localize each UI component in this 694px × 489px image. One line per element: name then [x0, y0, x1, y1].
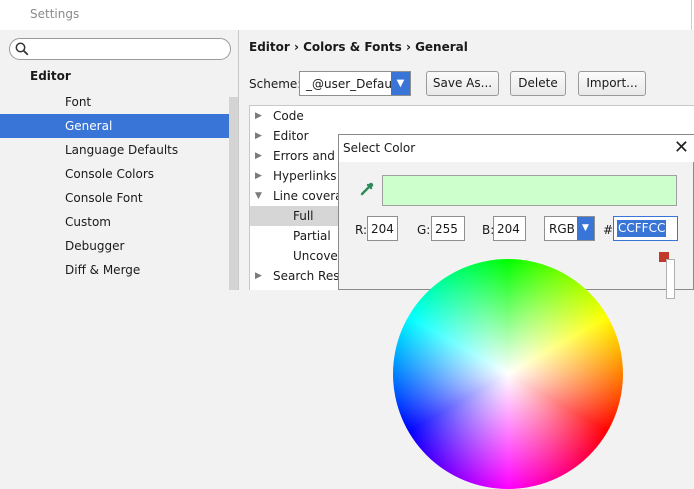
sidebar-item-debugger[interactable]: Debugger: [0, 234, 238, 258]
tree-item-label: Editor: [273, 129, 309, 143]
delete-button[interactable]: Delete: [510, 71, 566, 96]
tree-item-label: Full: [293, 209, 314, 223]
color-mode-dropdown[interactable]: RGB ▼: [544, 216, 595, 241]
sidebar-item-general[interactable]: General: [0, 114, 238, 138]
select-color-dialog: Select Color ✕ R: 204 G: 255 B: 204 RGB …: [338, 134, 694, 489]
sidebar-scrollbar[interactable]: [229, 97, 238, 290]
dialog-titlebar[interactable]: Select Color ✕: [339, 135, 694, 162]
expand-arrow-icon[interactable]: ▶: [255, 126, 265, 146]
tree-item-label: Code: [273, 109, 304, 123]
sidebar-heading-editor[interactable]: Editor: [30, 69, 71, 83]
sidebar-item-font[interactable]: Font: [0, 90, 238, 114]
sidebar-item-language-defaults[interactable]: Language Defaults: [0, 138, 238, 162]
tree-item-code[interactable]: ▶ Code: [250, 106, 694, 126]
hex-field[interactable]: CCFFCC: [613, 216, 678, 241]
tree-item-label: Hyperlinks: [273, 169, 337, 183]
chevron-down-icon[interactable]: ▼: [391, 72, 410, 95]
hex-hash-label: #: [603, 223, 614, 237]
sidebar-item-custom[interactable]: Custom: [0, 210, 238, 234]
brightness-slider[interactable]: [666, 259, 675, 299]
eyedropper-icon[interactable]: [359, 181, 375, 197]
dialog-title: Select Color: [343, 141, 416, 155]
g-label: G:: [417, 223, 431, 237]
b-field[interactable]: 204: [493, 216, 526, 241]
sidebar-item-console-font[interactable]: Console Font: [0, 186, 238, 210]
collapse-arrow-icon[interactable]: ▼: [255, 186, 265, 206]
color-wheel-shade: [393, 259, 623, 489]
tree-item-label: Uncover: [293, 249, 343, 263]
scheme-value: _@user_Default: [306, 77, 401, 91]
sidebar-item-console-colors[interactable]: Console Colors: [0, 162, 238, 186]
color-preview: [382, 175, 677, 206]
window-titlebar: Settings: [0, 0, 694, 30]
window-title: Settings: [30, 7, 80, 21]
chevron-down-icon[interactable]: ▼: [577, 217, 594, 240]
sidebar-item-diff-merge[interactable]: Diff & Merge: [0, 258, 238, 282]
import-button[interactable]: Import...: [578, 71, 646, 96]
close-icon[interactable]: ✕: [674, 137, 689, 159]
sidebar-items: Font General Language Defaults Console C…: [0, 90, 238, 282]
scheme-label: Scheme:: [249, 77, 302, 91]
tree-item-label: Partial: [293, 229, 331, 243]
search-box[interactable]: [9, 38, 231, 60]
r-label: R:: [355, 223, 368, 237]
search-input[interactable]: [34, 41, 224, 57]
scheme-dropdown[interactable]: _@user_Default ▼: [299, 71, 411, 96]
search-icon: [15, 42, 29, 56]
color-mode-value: RGB: [549, 222, 575, 236]
titlebar-edge: [691, 0, 692, 30]
save-as-button[interactable]: Save As...: [426, 71, 499, 96]
r-field[interactable]: 204: [367, 216, 398, 241]
settings-sidebar: Editor Font General Language Defaults Co…: [0, 30, 238, 290]
expand-arrow-icon[interactable]: ▶: [255, 106, 265, 126]
expand-arrow-icon[interactable]: ▶: [255, 266, 265, 286]
g-field[interactable]: 255: [431, 216, 465, 241]
hex-value: CCFFCC: [617, 220, 667, 237]
breadcrumb: Editor › Colors & Fonts › General: [249, 40, 468, 54]
expand-arrow-icon[interactable]: ▶: [255, 166, 265, 186]
expand-arrow-icon[interactable]: ▶: [255, 146, 265, 166]
